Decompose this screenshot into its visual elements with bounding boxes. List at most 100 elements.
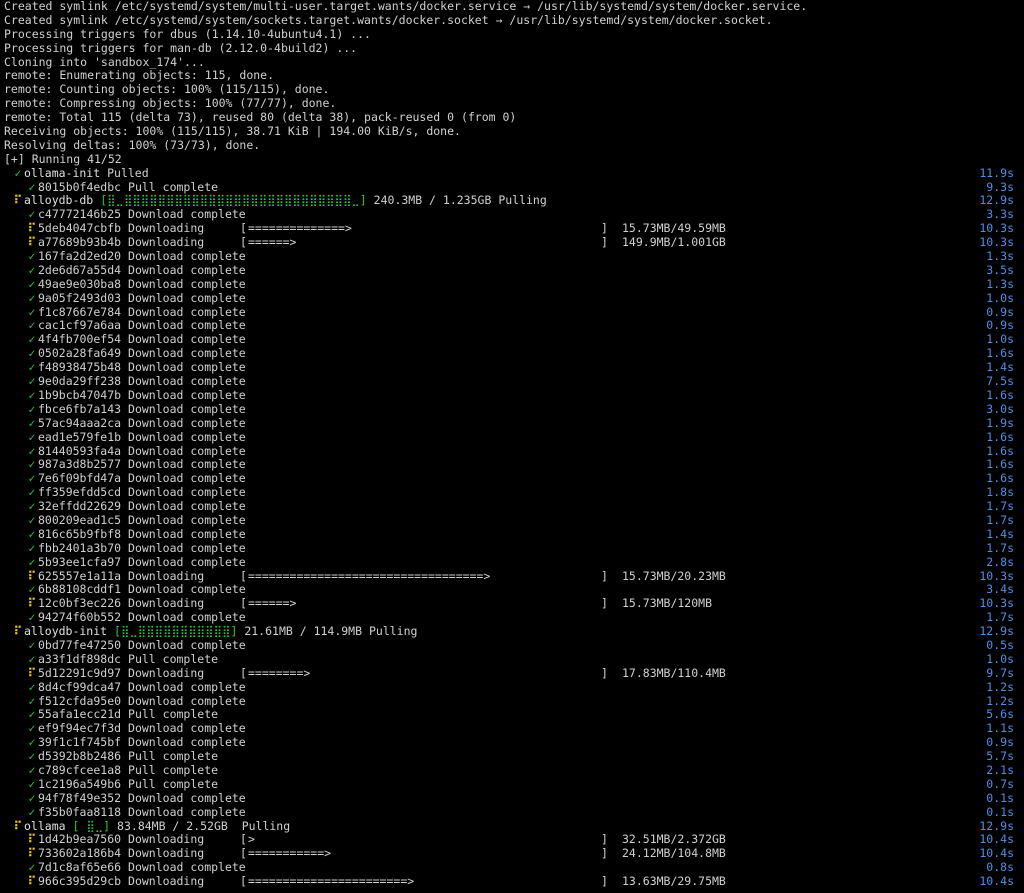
line-text: Processing triggers for man-db (2.12.0-4… [4, 41, 358, 55]
layer-id: 625557e1a11a [38, 569, 122, 583]
elapsed-time: 11.9s [979, 166, 1014, 180]
line-text: remote: Total 115 (delta 73), reused 80 … [4, 111, 517, 125]
layer-id: 55afa1ecc21d [38, 708, 122, 722]
check-icon: ✓ [28, 263, 36, 277]
layer-status: Pull complete [128, 180, 219, 194]
spinner-icon: ⠏ [27, 666, 37, 680]
elapsed-time: 3.5s [986, 263, 1014, 277]
service-row: ⠏ alloydb-init [⣿⣀⣿⣿⣿⣿⣿⣿⣿⣿⣿⣿⣿] 21.61MB / … [0, 625, 1024, 639]
layer-size: 15.73MB/120MB [622, 597, 713, 611]
layer-row: ✓ 9a05f2493d03 Download complete 1.0s [0, 292, 1024, 306]
layer-row: ✓ 55afa1ecc21d Pull complete 5.6s [0, 708, 1024, 722]
progress-fill: ======> [248, 236, 297, 250]
check-icon: ✓ [28, 861, 36, 875]
check-icon: ✓ [28, 777, 36, 791]
layer-id: 2de6d67a55d4 [38, 263, 122, 277]
bracket-right: ] [601, 666, 608, 680]
service-progress-bar: [⣿⣀⣿⣿⣿⣿⣿⣿⣿⣿⣿⣿⣿⣿⣿⣿⣿⣿⣿⣿⣿⣿⣿⣿⣿⣿⣿⣿⣿⣀] [100, 194, 367, 208]
layer-row: ✓ 94274f60b552 Download complete 1.7s [0, 611, 1024, 625]
layer-label: 9a05f2493d03 Download complete [38, 292, 246, 306]
layer-row: ✓ d5392b8b2486 Pull complete 5.7s [0, 750, 1024, 764]
check-icon: ✓ [28, 291, 36, 305]
terminal-line: Processing triggers for man-db (2.12.0-4… [0, 42, 1024, 56]
elapsed-time: 1.6s [986, 444, 1014, 458]
layer-label: 7e6f09bfd47a Download complete [38, 472, 246, 486]
check-icon: ✓ [28, 208, 36, 222]
check-icon: ✓ [28, 763, 36, 777]
line-text: Cloning into 'sandbox_174'... [4, 55, 205, 69]
spinner-icon: ⠏ [13, 625, 23, 639]
elapsed-time: 1.0s [986, 652, 1014, 666]
layer-row: ⠏ 5d12291c9d97 Downloading [========>] 17.8… [0, 667, 1024, 681]
check-icon: ✓ [28, 652, 36, 666]
layer-row: ✓ f35b0faa8118 Download complete 0.1s [0, 806, 1024, 820]
layer-row: ✓ a33f1df898dc Pull complete 1.0s [0, 653, 1024, 667]
layer-status: Downloading [128, 833, 205, 847]
terminal-line: remote: Compressing objects: 100% (77/77… [0, 97, 1024, 111]
layer-row: ✓ 0bd77fe47250 Download complete 0.5s [0, 639, 1024, 653]
terminal-line: Created symlink /etc/systemd/system/mult… [0, 0, 1024, 14]
elapsed-time: 5.7s [986, 750, 1014, 764]
elapsed-time: 3.0s [986, 402, 1014, 416]
layer-row: ⠏ 1d42b9ea7560 Downloading [>] 32.51MB/2.37… [0, 833, 1024, 847]
layer-row: ✓ 39f1c1f745bf Download complete 0.9s [0, 736, 1024, 750]
layer-size: 15.73MB/20.23MB [622, 569, 726, 583]
elapsed-time: 12.9s [979, 625, 1014, 639]
elapsed-time: 0.1s [986, 805, 1014, 819]
layer-id: 5d12291c9d97 [38, 666, 122, 680]
elapsed-time: 1.0s [986, 291, 1014, 305]
elapsed-time: 10.4s [979, 833, 1014, 847]
check-icon: ✓ [28, 541, 36, 555]
layer-id: 733602a186b4 [38, 847, 122, 861]
service-label: ollama-init Pulled [24, 167, 149, 181]
elapsed-time: 1.7s [986, 513, 1014, 527]
elapsed-time: 1.6s [986, 388, 1014, 402]
layer-row: ✓ 57ac94aaa2ca Download complete 1.9s [0, 417, 1024, 431]
check-icon: ✓ [28, 680, 36, 694]
layer-id: a33f1df898dc [38, 652, 122, 666]
layer-status: Download complete [128, 541, 246, 555]
check-icon: ✓ [28, 805, 36, 819]
check-icon: ✓ [28, 277, 36, 291]
layer-id: fbce6fb7a143 [38, 402, 122, 416]
layer-label: 966c395d29cb Downloading [38, 875, 204, 889]
layer-row: ✓ 4f4fb700ef54 Download complete 1.0s [0, 333, 1024, 347]
layer-size: 32.51MB/2.372GB [622, 833, 726, 847]
elapsed-time: 1.3s [986, 277, 1014, 291]
layer-status: Pull complete [128, 777, 219, 791]
service-name: alloydb-init [24, 625, 108, 639]
service-status: Pulling [498, 194, 547, 208]
check-icon: ✓ [28, 305, 36, 319]
check-icon: ✓ [28, 486, 36, 500]
service-progress-bar: [⣿⣀⣿⣿⣿⣿⣿⣿⣿⣿⣿⣿⣿] [114, 625, 238, 639]
check-icon: ✓ [28, 500, 36, 514]
check-icon: ✓ [28, 180, 36, 194]
layer-label: 8d4cf99dca47 Download complete [38, 681, 246, 695]
layer-status: Download complete [128, 291, 246, 305]
layer-label: fbb2401a3b70 Download complete [38, 542, 246, 556]
layer-status: Download complete [128, 680, 246, 694]
check-icon: ✓ [28, 638, 36, 652]
layer-id: 39f1c1f745bf [38, 736, 122, 750]
layer-label: ef9f94ec7f3d Download complete [38, 722, 246, 736]
layer-row: ✓ f1c87667e784 Download complete 0.9s [0, 306, 1024, 320]
layer-status: Downloading [128, 875, 205, 889]
layer-id: 32effdd22629 [38, 500, 122, 514]
layer-status: Download complete [128, 500, 246, 514]
elapsed-time: 0.5s [986, 638, 1014, 652]
check-icon: ✓ [28, 319, 36, 333]
layer-row: ✓ 9e0da29ff238 Download complete 7.5s [0, 375, 1024, 389]
layer-row: ✓ 1b9bcb47047b Download complete 1.6s [0, 389, 1024, 403]
service-row: ✓ ollama-init Pulled 11.9s [0, 167, 1024, 181]
elapsed-time: 0.7s [986, 777, 1014, 791]
layer-row: ✓ 167fa2d2ed20 Download complete 1.3s [0, 250, 1024, 264]
elapsed-time: 2.1s [986, 763, 1014, 777]
layer-status: Download complete [128, 347, 246, 361]
layer-status: Download complete [128, 402, 246, 416]
layer-label: ff359efdd5cd Download complete [38, 486, 246, 500]
layer-id: 1d42b9ea7560 [38, 833, 122, 847]
terminal-window[interactable]: Created symlink /etc/systemd/system/mult… [0, 0, 1024, 893]
layer-label: c789cfcee1a8 Pull complete [38, 764, 218, 778]
layer-id: cac1cf97a6aa [38, 319, 122, 333]
check-icon: ✓ [28, 458, 36, 472]
